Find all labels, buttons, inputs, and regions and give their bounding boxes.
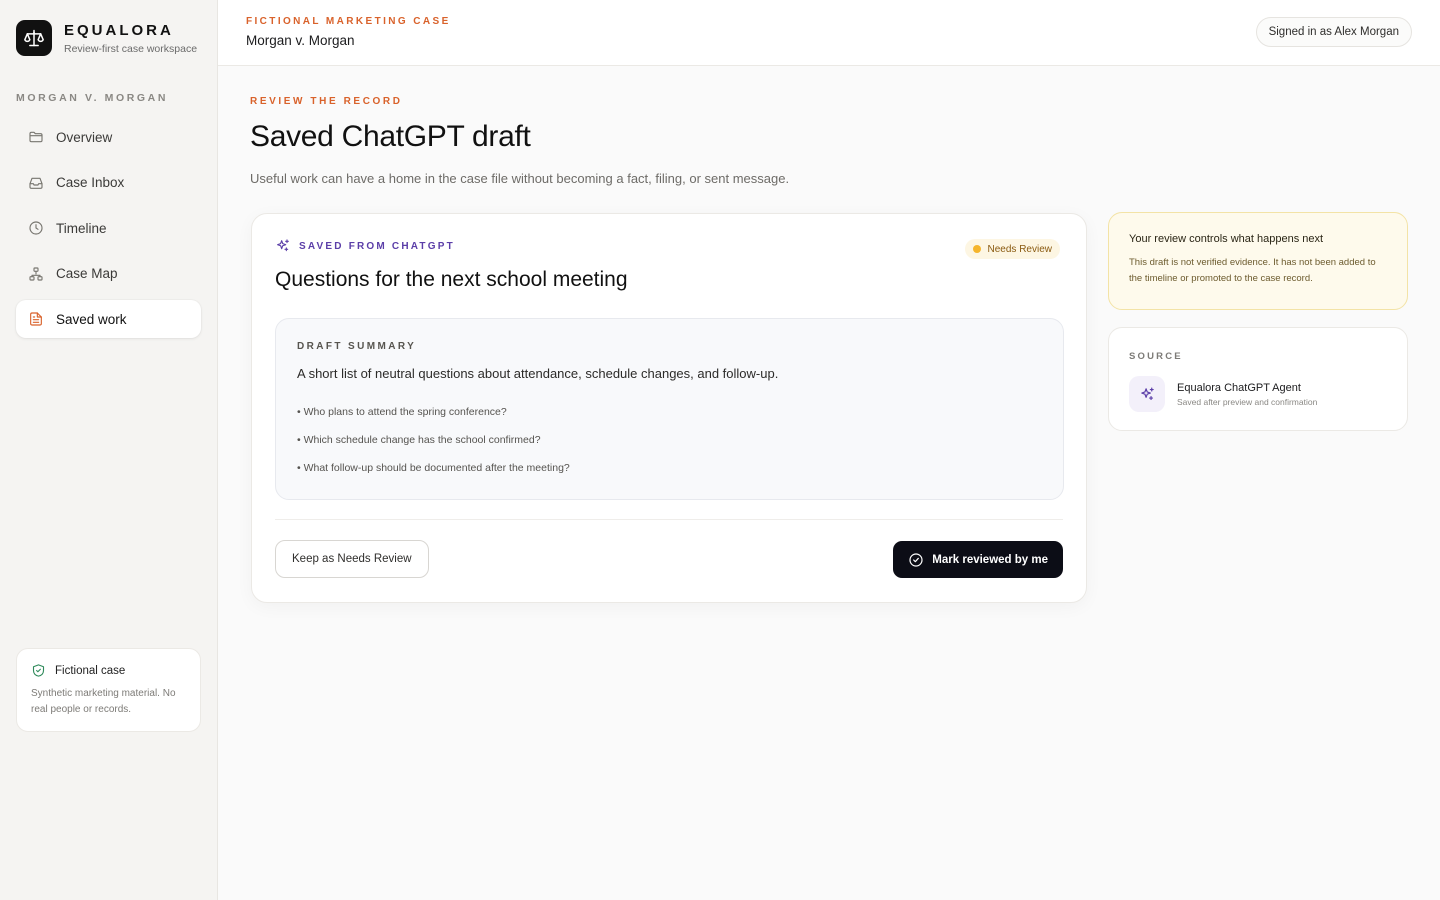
notice-body: This draft is not verified evidence. It … (1129, 257, 1376, 284)
top-bar: FICTIONAL MARKETING CASE Morgan v. Morga… (218, 0, 1440, 66)
source-name: Equalora ChatGPT Agent (1177, 381, 1301, 394)
mark-reviewed-label: Mark reviewed by me (932, 553, 1048, 566)
brand-tagline: Review-first case workspace (64, 43, 198, 55)
mark-reviewed-button[interactable]: Mark reviewed by me (893, 541, 1063, 578)
page-eyebrow: REVIEW THE RECORD (250, 96, 403, 107)
clock-icon (29, 221, 43, 235)
agent-icon (1129, 376, 1165, 412)
sidebar: EQUALORA Review-first case workspace MOR… (0, 0, 218, 900)
sidebar-item-label: Case Map (56, 266, 118, 281)
sidebar-item-saved-work[interactable]: Saved work (16, 300, 201, 338)
status-badge: Needs Review (964, 239, 1060, 259)
source-description: Saved after preview and confirmation (1177, 396, 1318, 407)
page-subtitle: Useful work can have a home in the case … (250, 171, 790, 186)
sidebar-item-case-inbox[interactable]: Case Inbox (16, 164, 201, 202)
page-title: Saved ChatGPT draft (250, 120, 531, 153)
draft-title: Questions for the next school meeting (275, 268, 628, 291)
note-title: Fictional case (55, 664, 126, 677)
source-row: Equalora ChatGPT Agent Saved after previ… (1129, 376, 1317, 412)
check-circle-icon (909, 552, 923, 567)
sparkles-icon (277, 239, 289, 252)
keep-needs-review-button[interactable]: Keep as Needs Review (275, 540, 429, 578)
question-list: • Who plans to attend the spring confere… (297, 405, 570, 489)
summary-text: A short list of neutral questions about … (297, 366, 779, 381)
fictional-case-note: Fictional case Synthetic marketing mater… (16, 648, 201, 732)
signed-in-badge[interactable]: Signed in as Alex Morgan (1255, 17, 1412, 47)
case-title: Morgan v. Morgan (246, 33, 355, 48)
sidebar-item-label: Overview (56, 129, 113, 145)
topbar-eyebrow: FICTIONAL MARKETING CASE (246, 16, 451, 27)
brand[interactable]: EQUALORA Review-first case workspace (16, 20, 197, 56)
list-item: • What follow-up should be documented af… (297, 462, 570, 474)
sidebar-item-label: Saved work (56, 311, 127, 327)
case-label: MORGAN V. MORGAN (16, 92, 169, 104)
review-notice-card: Your review controls what happens next T… (1108, 212, 1408, 310)
draft-source-eyebrow: SAVED FROM CHATGPT (275, 238, 455, 254)
sidebar-item-overview[interactable]: Overview (16, 118, 201, 156)
notice-title: Your review controls what happens next (1129, 233, 1324, 245)
status-dot (972, 245, 981, 253)
list-item: • Which schedule change has the school c… (297, 434, 541, 446)
folder-icon (29, 131, 43, 143)
document-icon (30, 312, 42, 326)
sidebar-item-label: Case Inbox (56, 175, 125, 190)
note-body: Synthetic marketing material. No real pe… (31, 688, 176, 715)
draft-summary-panel: DRAFT SUMMARY A short list of neutral qu… (275, 318, 1064, 500)
brand-name: EQUALORA (64, 22, 174, 39)
scales-logo-icon (16, 20, 52, 56)
network-icon (29, 266, 43, 281)
sparkles-icon (1140, 387, 1154, 400)
inbox-icon (29, 177, 43, 189)
summary-label: DRAFT SUMMARY (297, 341, 417, 352)
status-badge-label: Needs Review (987, 243, 1052, 255)
sidebar-nav: Overview Case Inbox Timeline Case Map Sa… (16, 118, 201, 346)
shield-check-icon (32, 664, 45, 677)
sidebar-item-case-map[interactable]: Case Map (16, 255, 201, 293)
source-card: SOURCE Equalora ChatGPT Agent Saved afte… (1108, 327, 1408, 431)
draft-eyebrow-text: SAVED FROM CHATGPT (299, 240, 455, 252)
draft-card: SAVED FROM CHATGPT Needs Review Question… (251, 213, 1087, 603)
sidebar-item-label: Timeline (56, 220, 107, 236)
source-label: SOURCE (1129, 351, 1183, 362)
sidebar-item-timeline[interactable]: Timeline (16, 209, 201, 247)
divider (275, 519, 1063, 520)
list-item: • Who plans to attend the spring confere… (297, 406, 507, 418)
